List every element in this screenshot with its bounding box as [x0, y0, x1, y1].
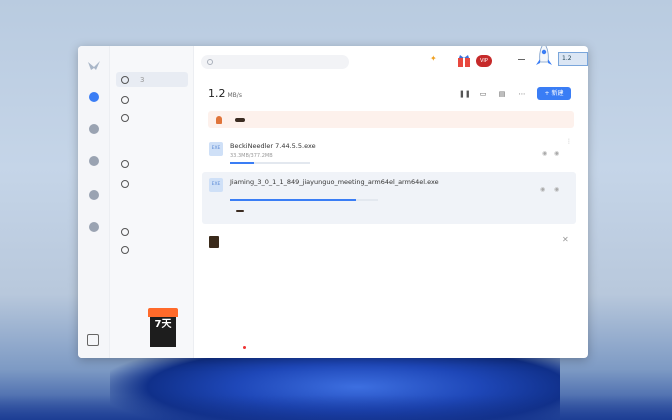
- close-icon[interactable]: ✕: [562, 235, 569, 244]
- vip-badge[interactable]: VIP: [476, 55, 492, 67]
- heart-icon: [89, 190, 99, 200]
- group-thumbnail: [209, 236, 219, 248]
- folder-icon: [121, 179, 129, 188]
- task-progress-fill: [230, 162, 254, 164]
- panel-item-other-1[interactable]: [116, 224, 188, 239]
- check-icon: [121, 245, 129, 254]
- exe-file-icon: EXE: [209, 142, 223, 156]
- apps-icon: [89, 156, 99, 166]
- rail-item-cloud[interactable]: [78, 124, 110, 136]
- coin-badge-icon[interactable]: ✦: [430, 54, 437, 63]
- panel-item-uploading[interactable]: [116, 92, 188, 107]
- panel-item-downloading[interactable]: 3: [116, 72, 188, 87]
- upload-icon: [121, 95, 129, 104]
- promo-days: 7天: [154, 319, 172, 330]
- delete-icon[interactable]: ▭: [479, 90, 487, 98]
- panel-item-completed[interactable]: [116, 110, 188, 125]
- promo-banner: [208, 111, 574, 128]
- task-filename: BeckiNeedler 7.44.5.5.exe: [230, 142, 316, 150]
- task-progress-fill: [230, 199, 356, 201]
- download-task-selected[interactable]: EXE Jiaming_3_0_1_1_849_jiayunguo_meetin…: [202, 172, 576, 224]
- notification-dot: [243, 346, 246, 349]
- page-title: 1.2 MB/s: [208, 87, 242, 100]
- task-pause-icon[interactable]: ◉: [540, 186, 545, 193]
- speed-unit: MB/s: [227, 92, 242, 99]
- check-icon: [121, 113, 129, 122]
- panel-item-other-2[interactable]: [116, 242, 188, 257]
- left-rail: [78, 46, 110, 358]
- download-task[interactable]: EXE BeckiNeedler 7.44.5.5.exe 33.3MB/377…: [202, 136, 576, 170]
- rocket-avatar-icon[interactable]: [532, 46, 556, 70]
- search-input[interactable]: [201, 55, 349, 69]
- download-manager-window: 3 7天 ✦ VIP 1.2 1.2 MB/s ❚❚ ▭ ▤ ⋯ + 新建 EX…: [78, 46, 588, 358]
- task-progress-track: [230, 199, 378, 201]
- task-group[interactable]: ✕: [202, 232, 576, 260]
- pause-all-icon[interactable]: ❚❚: [459, 90, 471, 98]
- folder-icon[interactable]: ▤: [498, 90, 506, 98]
- new-task-button[interactable]: + 新建: [537, 87, 571, 100]
- cloud-icon: [121, 159, 129, 168]
- download-circle-icon: [121, 75, 129, 84]
- rocket-icon: [216, 115, 222, 124]
- cloud-icon: [89, 124, 99, 134]
- rail-item-favorites[interactable]: [78, 190, 110, 202]
- task-size: 33.3MB/377.2MB: [230, 153, 273, 159]
- footer-item-notify[interactable]: [242, 346, 246, 352]
- grid-icon: [89, 222, 99, 232]
- task-folder-icon[interactable]: ◉: [554, 186, 559, 193]
- speed-tag: 1.2: [558, 52, 588, 66]
- panel-item-count: 3: [140, 75, 145, 84]
- speed-value: 1.2: [208, 87, 226, 100]
- promo-badge[interactable]: 7天: [148, 308, 178, 348]
- task-pause-icon[interactable]: ◉: [542, 150, 547, 157]
- settings-corner-icon[interactable]: [87, 334, 99, 346]
- promo-top-label: [148, 308, 178, 317]
- task-progress-track: [230, 162, 310, 164]
- group-name: [226, 236, 230, 243]
- boost-button[interactable]: [236, 210, 244, 212]
- panel-item-cloud-2[interactable]: [116, 176, 188, 191]
- rail-item-apps[interactable]: [78, 156, 110, 168]
- rail-item-download[interactable]: [78, 92, 110, 104]
- search-icon: [207, 59, 213, 65]
- boost-line: [230, 210, 244, 212]
- panel-item-cloud-1[interactable]: [116, 156, 188, 171]
- promo-body: 7天: [150, 317, 176, 347]
- gift-icon[interactable]: [456, 54, 472, 68]
- exe-file-icon: EXE: [209, 178, 223, 192]
- task-more-icon[interactable]: ⋮: [566, 138, 572, 145]
- minimize-icon[interactable]: [518, 59, 525, 60]
- task-folder-icon[interactable]: ◉: [554, 150, 559, 157]
- download-icon: [89, 92, 99, 102]
- download-icon: [121, 227, 129, 236]
- app-logo-icon: [88, 61, 100, 70]
- desktop-wallpaper: [0, 395, 672, 420]
- task-filename: Jiaming_3_0_1_1_849_jiayunguo_meeting_ar…: [230, 178, 439, 186]
- status-footer: [202, 346, 582, 352]
- more-icon[interactable]: ⋯: [518, 90, 526, 98]
- banner-button[interactable]: [235, 117, 245, 122]
- secondary-panel: 3 7天: [110, 46, 194, 358]
- rail-item-more[interactable]: [78, 222, 110, 234]
